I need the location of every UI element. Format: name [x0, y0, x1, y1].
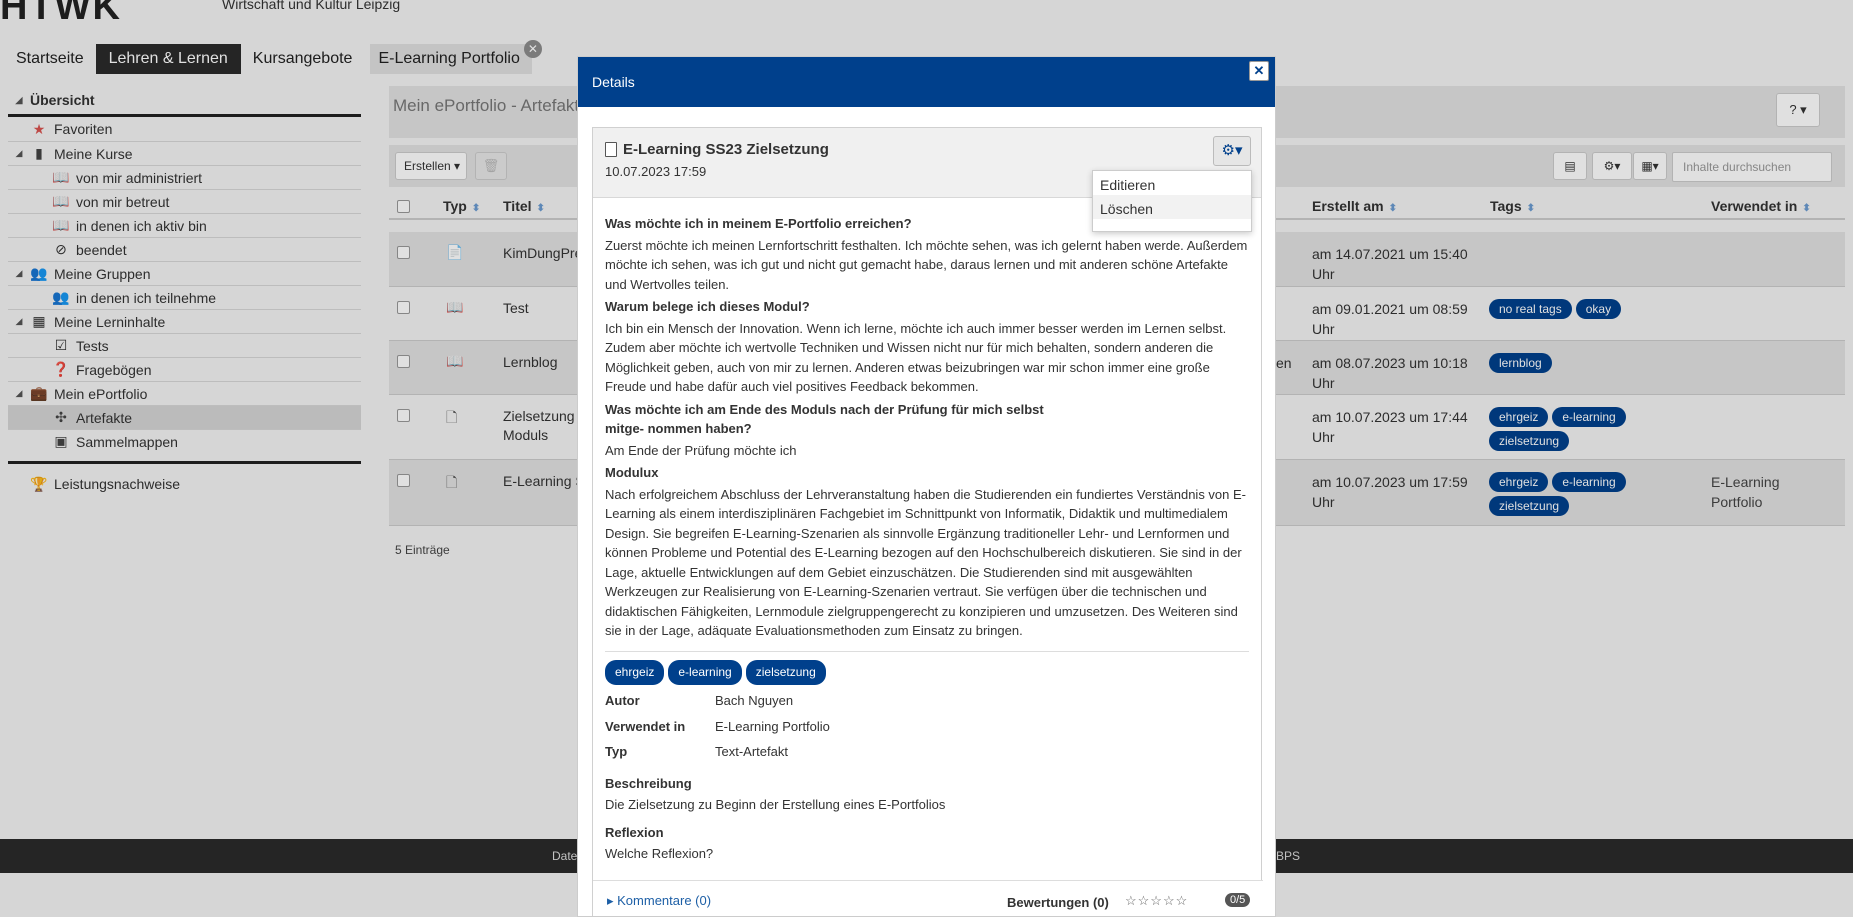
answer-text: Nach erfolgreichem Abschluss der Lehrver… [605, 486, 1247, 639]
meta-key: Verwendet in [605, 718, 686, 734]
document-icon [605, 142, 617, 157]
gear-icon: ⚙▾ [1221, 142, 1243, 159]
modal-header: Details ✕ [578, 57, 1275, 107]
meta-value: Text-Artefakt [715, 744, 788, 759]
rating-score-badge: 0/5 [1225, 893, 1251, 907]
reflexion-heading: Reflexion [605, 824, 664, 840]
meta-key: Autor [605, 693, 640, 708]
menu-item-delete[interactable]: Löschen [1093, 195, 1251, 219]
question-heading: Modulux [605, 465, 659, 480]
card-title: E-Learning SS23 Zielsetzung [623, 141, 829, 158]
artefact-card: E-Learning SS23 Zielsetzung 10.07.2023 1… [592, 127, 1263, 916]
card-actions-menu: Editieren Löschen [1092, 170, 1252, 232]
comments-toggle[interactable]: ▸ Kommentare (0) [607, 893, 711, 909]
card-body: Was möchte ich in meinem E-Portfolio err… [593, 198, 1261, 864]
answer-text: Am Ende der Prüfung möchte ich [605, 442, 797, 458]
tag[interactable]: ehrgeiz [605, 659, 665, 685]
answer-text: Zuerst möchte ich meinen Lernfortschritt… [605, 237, 1248, 292]
meta-verwendet: Verwendet in E-Learning Portfolio [605, 717, 1249, 737]
tag[interactable]: e-learning [668, 659, 742, 685]
meta-value: Bach Nguyen [715, 693, 794, 708]
question-heading: Was möchte ich am Ende des Moduls nach d… [605, 401, 1044, 437]
rating-stars[interactable]: ☆☆☆☆☆ [1125, 893, 1188, 909]
meta-typ: Typ Text-Artefakt [605, 742, 1249, 762]
modal-title: Details [592, 74, 635, 90]
card-actions-button[interactable]: ⚙▾ [1213, 136, 1251, 166]
meta-key: Typ [605, 744, 628, 759]
tag[interactable]: zielsetzung [745, 659, 826, 685]
card-tags: ehrgeiz e-learning zielsetzung [605, 659, 1249, 685]
menu-item-edit[interactable]: Editieren [1093, 171, 1251, 195]
beschreibung-text: Die Zielsetzung zu Beginn der Erstellung… [605, 797, 946, 812]
meta-value: E-Learning Portfolio [715, 718, 830, 734]
comments-label: Kommentare (0) [617, 893, 712, 908]
question-heading: Warum belege ich dieses Modul? [605, 299, 810, 314]
close-modal-button[interactable]: ✕ [1249, 61, 1269, 81]
beschreibung-heading: Beschreibung [605, 775, 692, 791]
answer-text: Ich bin ein Mensch der Innovation. Wenn … [605, 320, 1227, 395]
meta-autor: Autor Bach Nguyen [605, 691, 1249, 711]
ratings-label: Bewertungen (0) [1007, 895, 1109, 910]
card-footer: ▸ Kommentare (0) Bewertungen (0) ☆☆☆☆☆ 0… [593, 880, 1263, 916]
reflexion-text: Welche Reflexion? [605, 846, 714, 861]
